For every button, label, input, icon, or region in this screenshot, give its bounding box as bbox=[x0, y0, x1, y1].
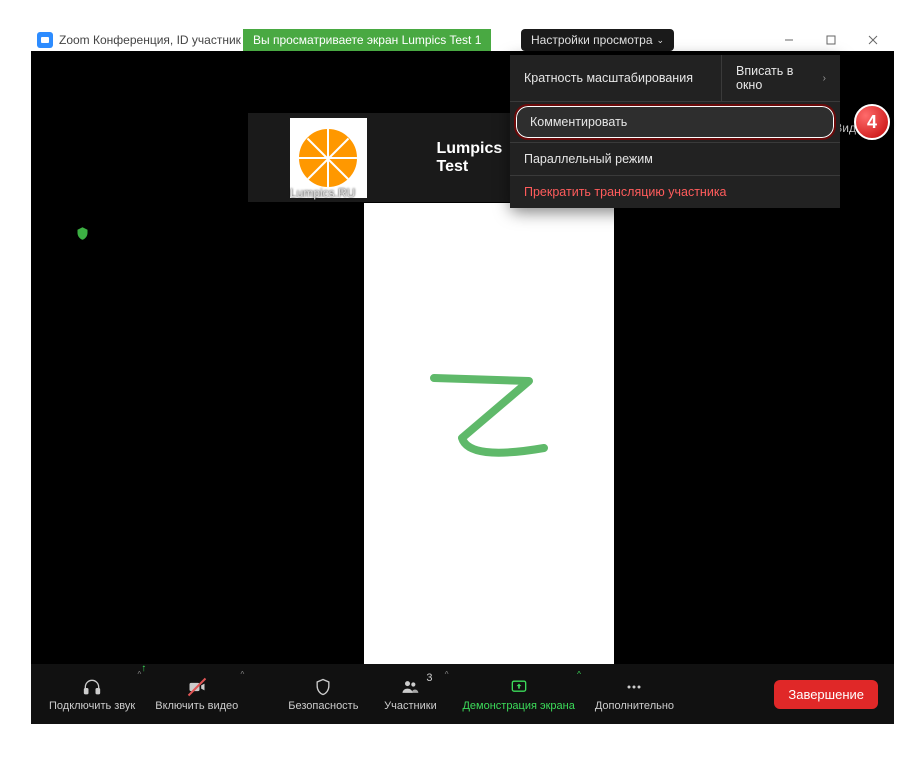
menu-annotate[interactable]: Комментировать bbox=[514, 104, 836, 140]
menu-annotate-label: Комментировать bbox=[530, 115, 627, 129]
shield-icon bbox=[313, 676, 333, 698]
chevron-right-icon: › bbox=[823, 73, 826, 84]
participant-name-tag: Lumpics.RU bbox=[290, 186, 355, 200]
security-label: Безопасность bbox=[288, 700, 358, 712]
close-button[interactable] bbox=[852, 29, 894, 51]
security-button[interactable]: Безопасность bbox=[278, 664, 368, 724]
view-settings-dropdown[interactable]: Настройки просмотра ⌄ bbox=[521, 29, 674, 51]
camera-off-icon bbox=[187, 676, 207, 698]
participants-label: Участники bbox=[384, 700, 437, 712]
menu-stop-share-label: Прекратить трансляцию участника bbox=[524, 185, 727, 199]
chevron-up-icon[interactable]: ^ bbox=[577, 670, 581, 679]
menu-side-by-side-label: Параллельный режим bbox=[524, 152, 653, 166]
view-settings-menu: Кратность масштабирования Вписать в окно… bbox=[510, 55, 840, 208]
end-meeting-label: Завершение bbox=[788, 687, 864, 702]
participants-count: 3 bbox=[426, 672, 432, 684]
share-screen-label: Демонстрация экрана bbox=[462, 700, 574, 712]
menu-fit-window[interactable]: Вписать в окно › bbox=[722, 55, 840, 101]
end-meeting-button[interactable]: Завершение bbox=[774, 680, 878, 709]
zoom-app-icon bbox=[37, 32, 53, 48]
share-screen-button[interactable]: Демонстрация экрана ^ bbox=[452, 664, 584, 724]
menu-stop-participant-share[interactable]: Прекратить трансляцию участника bbox=[510, 176, 840, 208]
viewing-screen-text: Вы просматриваете экран Lumpics Test 1 bbox=[253, 33, 481, 47]
encryption-shield-icon[interactable] bbox=[75, 226, 90, 245]
step-number-badge: 4 bbox=[854, 104, 890, 140]
menu-zoom-ratio-label: Кратность масштабирования bbox=[524, 71, 693, 85]
viewing-screen-banner: Вы просматриваете экран Lumpics Test 1 bbox=[243, 29, 491, 51]
more-label: Дополнительно bbox=[595, 700, 674, 712]
maximize-button[interactable] bbox=[810, 29, 852, 51]
chevron-down-icon: ⌄ bbox=[657, 35, 665, 46]
start-video-button[interactable]: Включить видео ^ bbox=[145, 664, 248, 724]
view-settings-label: Настройки просмотра bbox=[531, 33, 653, 47]
join-audio-label: Подключить звук bbox=[49, 700, 135, 712]
participant-tile[interactable]: Lumpics Test Lumpics.RU bbox=[248, 113, 534, 202]
menu-side-by-side[interactable]: Параллельный режим bbox=[510, 143, 840, 175]
menu-fit-window-label: Вписать в окно bbox=[736, 64, 823, 92]
share-screen-icon bbox=[509, 676, 529, 698]
minimize-button[interactable] bbox=[768, 29, 810, 51]
menu-zoom-ratio[interactable]: Кратность масштабирования bbox=[510, 55, 722, 101]
window-title: Zoom Конференция, ID участник bbox=[59, 33, 241, 47]
annotation-drawing bbox=[414, 363, 564, 473]
chevron-up-icon[interactable]: ^ bbox=[137, 670, 141, 679]
people-icon bbox=[400, 676, 420, 698]
more-icon bbox=[624, 676, 644, 698]
start-video-label: Включить видео bbox=[155, 700, 238, 712]
more-button[interactable]: Дополнительно bbox=[585, 664, 684, 724]
step-number: 4 bbox=[867, 112, 877, 133]
meeting-toolbar: ↑ Подключить звук ^ Включить видео ^ Без… bbox=[31, 664, 894, 724]
chevron-up-icon[interactable]: ^ bbox=[241, 670, 245, 679]
chevron-up-icon[interactable]: ^ bbox=[445, 670, 449, 679]
shared-screen-content bbox=[364, 203, 614, 701]
join-audio-button[interactable]: ↑ Подключить звук ^ bbox=[39, 664, 145, 724]
orange-logo-icon bbox=[296, 126, 360, 190]
participants-button[interactable]: 3 Участники ^ bbox=[368, 664, 452, 724]
headphones-icon: ↑ bbox=[82, 676, 102, 698]
